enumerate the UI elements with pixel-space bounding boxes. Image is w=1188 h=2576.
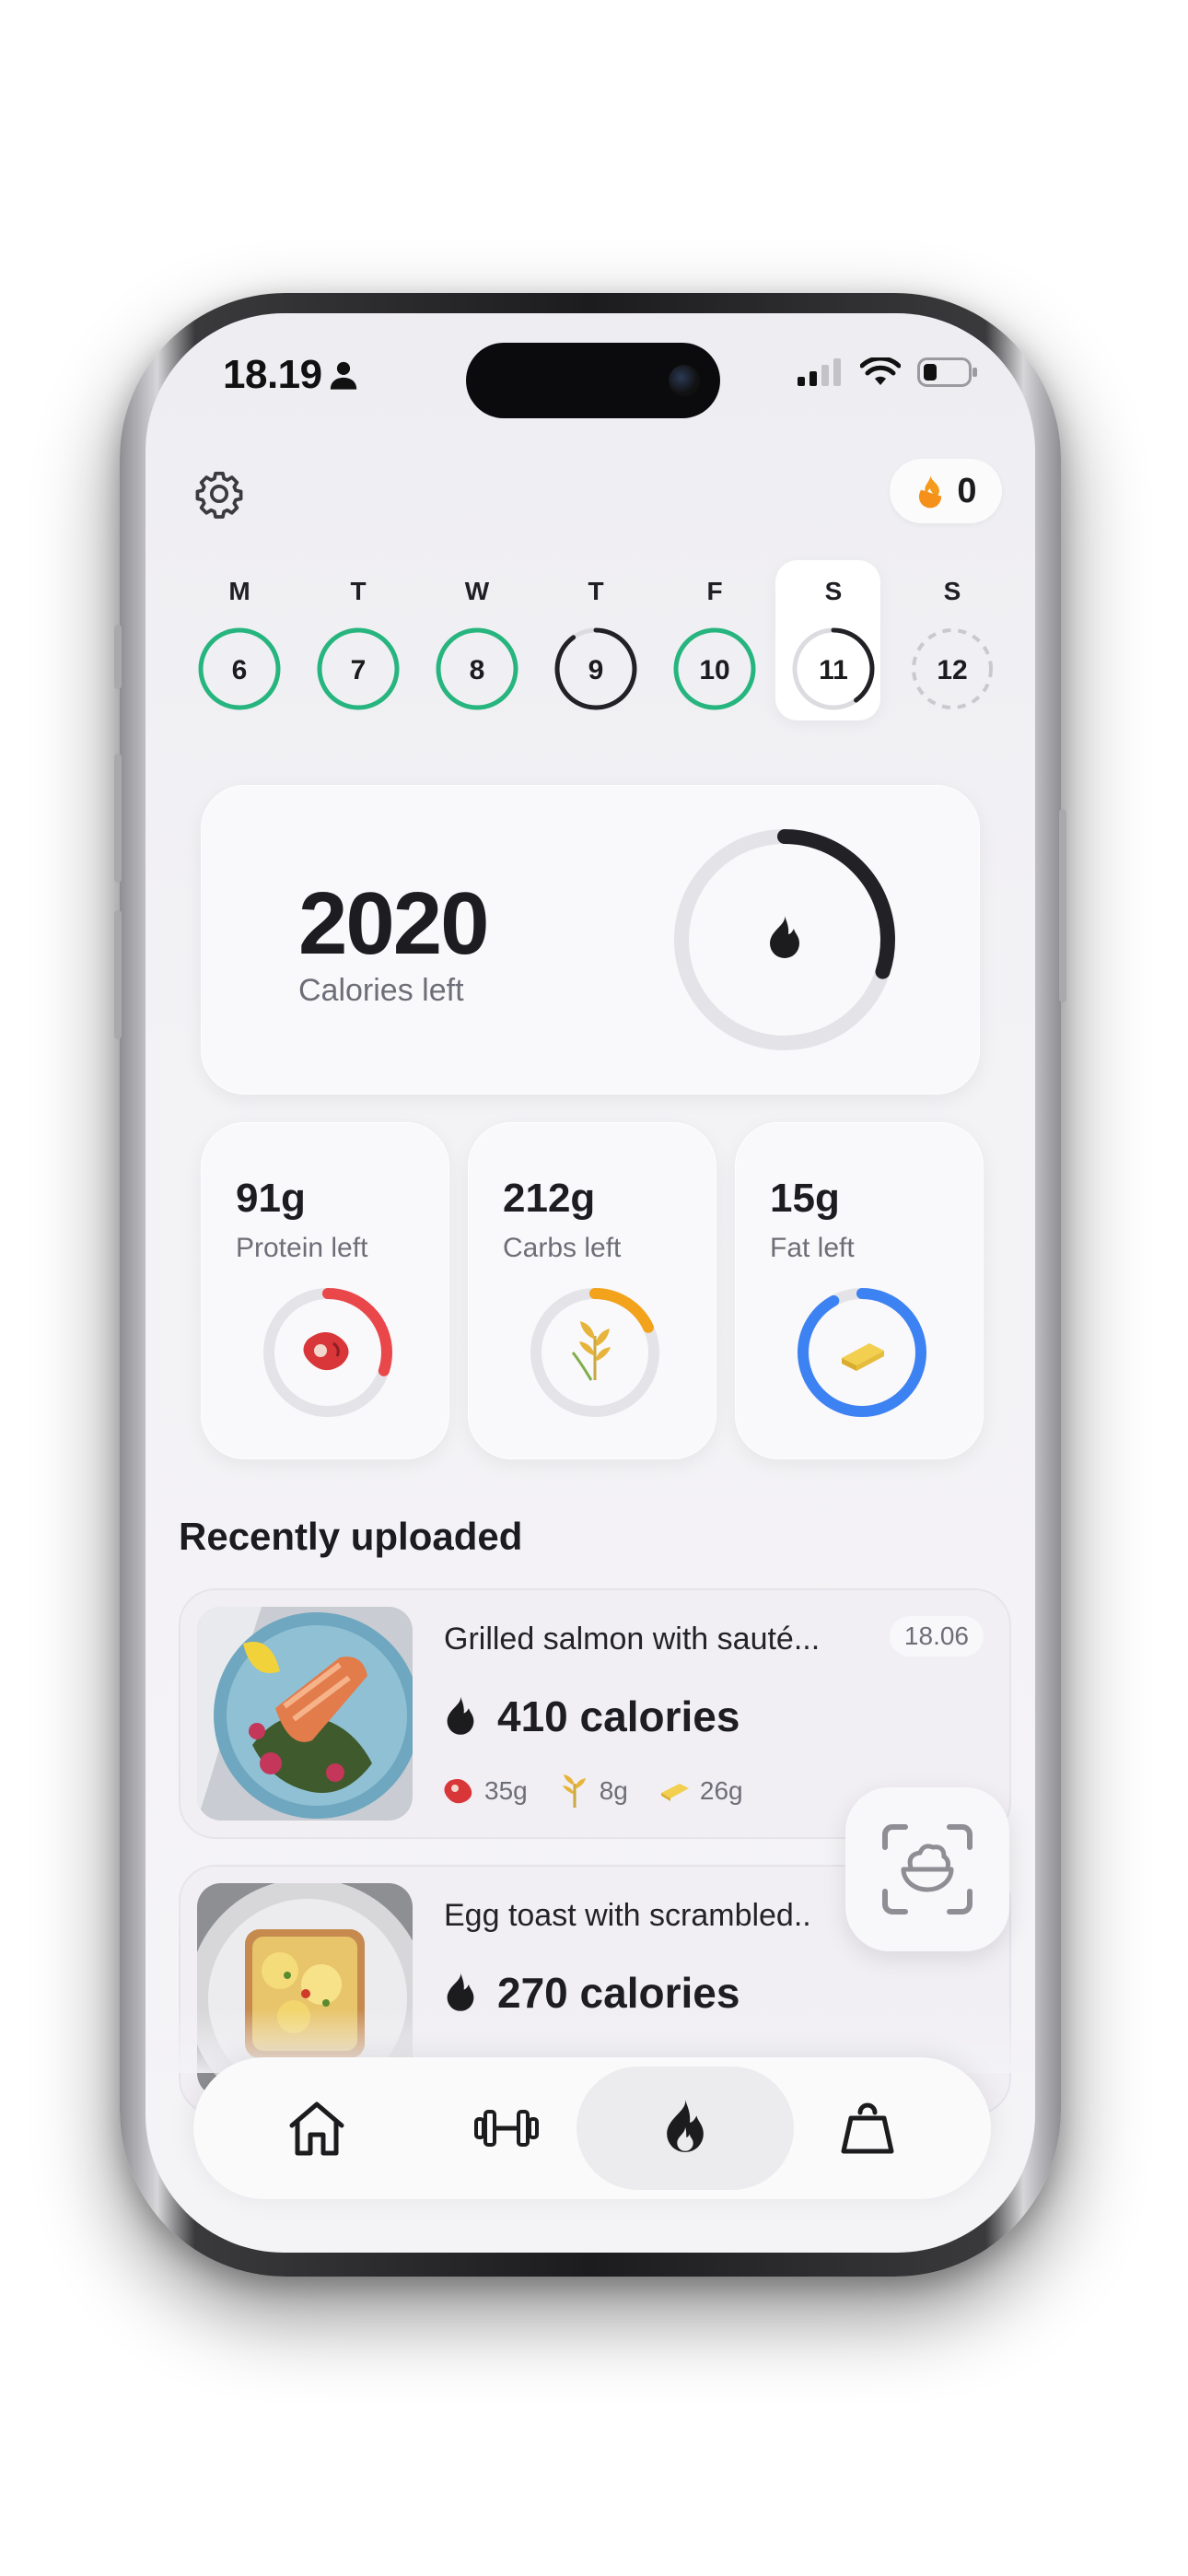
macro-label: Protein left: [236, 1233, 368, 1263]
wheat-icon: [571, 1321, 611, 1381]
macro-value: 212g: [503, 1176, 596, 1221]
calories-left-label: Calories left: [298, 973, 464, 1008]
volume-down-button: [114, 910, 122, 1039]
tab-bar: [193, 2057, 991, 2199]
day-number: 12: [937, 655, 968, 685]
day-number: 8: [469, 655, 485, 685]
calories-card[interactable]: 2020 Calories left: [201, 785, 980, 1095]
day-letter: T: [588, 577, 604, 605]
day-12[interactable]: 12: [906, 623, 998, 715]
side-button: [1059, 809, 1066, 1002]
day-10[interactable]: 10: [669, 623, 761, 715]
volume-up-button: [114, 754, 122, 883]
home-icon: [289, 2102, 344, 2156]
steak-icon: [444, 1779, 472, 1804]
calories-flame-icon: [770, 916, 799, 958]
salmon-photo: [197, 1607, 413, 1821]
day-number: 9: [588, 655, 604, 685]
meal-calories: 410 calories: [444, 1692, 740, 1741]
meal-protein: 35g: [484, 1776, 528, 1805]
day-11[interactable]: 11: [787, 623, 879, 715]
streak-count: 0: [957, 471, 977, 510]
calories-ring: [674, 829, 895, 1050]
status-time: 18.19: [223, 352, 322, 397]
day-letter: W: [464, 577, 490, 605]
person-icon: [330, 361, 357, 390]
butter-icon: [660, 1784, 689, 1801]
cellular-signal-icon: [798, 358, 841, 386]
meal-name: Grilled salmon with sauté...: [444, 1622, 821, 1657]
macro-ring: [263, 1288, 392, 1417]
macro-card[interactable]: 15g Fat left: [735, 1122, 984, 1459]
meal-calories-value: 410 calories: [497, 1692, 740, 1740]
action-button: [114, 625, 122, 689]
macro-card[interactable]: 212g Carbs left: [468, 1122, 716, 1459]
wifi-icon: [860, 357, 901, 385]
macro-value: 15g: [770, 1176, 840, 1221]
macro-label: Fat left: [770, 1233, 855, 1263]
day-number: 10: [699, 655, 730, 685]
calories-left-value: 2020: [298, 874, 490, 973]
scan-food-button[interactable]: [845, 1787, 1009, 1951]
meal-carbs: 8g: [599, 1776, 628, 1805]
day-9[interactable]: 9: [550, 623, 642, 715]
dumbbell-icon: [474, 2110, 539, 2147]
battery-icon: [917, 357, 977, 387]
tab-home[interactable]: [208, 2067, 425, 2190]
day-number: 6: [231, 655, 248, 685]
wheat-icon: [562, 1774, 586, 1808]
meal-time: 18.06: [889, 1616, 984, 1657]
meal-name: Egg toast with scrambled..: [444, 1898, 811, 1933]
day-letter: F: [706, 577, 723, 605]
recently-uploaded-title: Recently uploaded: [179, 1515, 523, 1558]
app-screen: 18.19 0 M 6 T 7 W 8 T 9 F 10 S 11 S 12 2020 Calo…: [146, 313, 1035, 2253]
macro-value: 91g: [236, 1176, 306, 1221]
steak-icon: [303, 1332, 349, 1371]
meal-macros: 35g 8g 26g: [444, 1774, 763, 1808]
macro-ring: [798, 1288, 926, 1417]
macro-card[interactable]: 91g Protein left: [201, 1122, 449, 1459]
streak-badge[interactable]: 0: [890, 459, 1002, 523]
flame-icon: [919, 474, 942, 509]
day-6[interactable]: 6: [193, 623, 285, 715]
dynamic-island: [466, 343, 720, 418]
day-number: 11: [819, 655, 848, 685]
flame-icon: [447, 1973, 474, 2011]
front-camera: [669, 365, 700, 396]
day-letter: S: [943, 577, 961, 605]
day-7[interactable]: 7: [312, 623, 404, 715]
meal-fat: 26g: [699, 1776, 743, 1805]
status-icons: [798, 357, 978, 387]
settings-gear-icon[interactable]: [193, 468, 245, 520]
day-letter: M: [228, 577, 250, 605]
flame-icon: [447, 1696, 474, 1735]
day-number: 7: [350, 655, 367, 685]
scan-food-icon: [882, 1824, 973, 1914]
macro-label: Carbs left: [503, 1233, 622, 1263]
day-letter: T: [350, 577, 367, 605]
kettlebell-weight-icon: [841, 2102, 894, 2154]
macro-ring: [530, 1288, 659, 1417]
flame-icon: [667, 2100, 704, 2153]
butter-icon: [842, 1343, 884, 1371]
tab-weight[interactable]: [759, 2067, 976, 2190]
day-letter: S: [824, 577, 843, 605]
day-8[interactable]: 8: [431, 623, 523, 715]
